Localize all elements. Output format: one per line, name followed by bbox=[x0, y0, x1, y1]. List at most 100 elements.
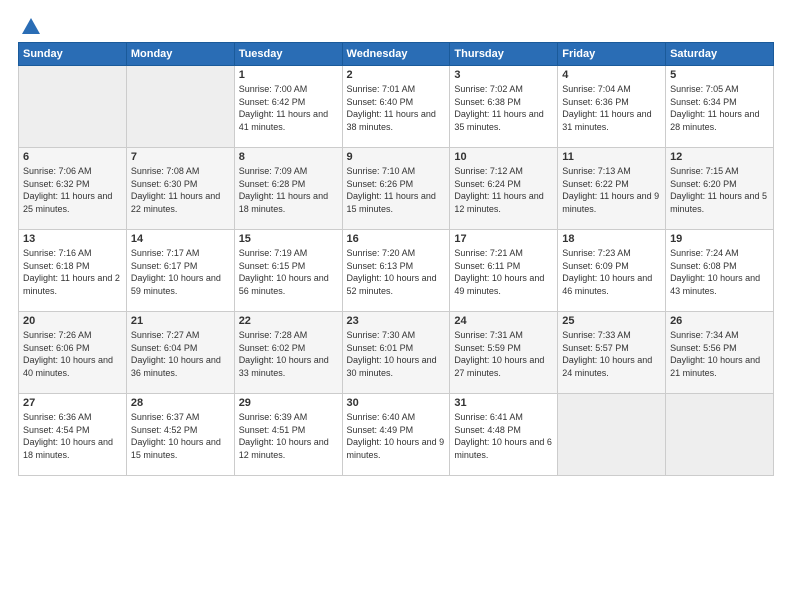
day-info: Sunrise: 7:27 AM Sunset: 6:04 PM Dayligh… bbox=[131, 329, 230, 379]
calendar-cell: 22 Sunrise: 7:28 AM Sunset: 6:02 PM Dayli… bbox=[234, 312, 342, 394]
day-number: 14 bbox=[131, 233, 230, 245]
day-number: 22 bbox=[239, 315, 338, 327]
calendar-cell: 4 Sunrise: 7:04 AM Sunset: 6:36 PM Daylig… bbox=[558, 66, 666, 148]
calendar-cell: 10 Sunrise: 7:12 AM Sunset: 6:24 PM Dayli… bbox=[450, 148, 558, 230]
calendar-cell: 28 Sunrise: 6:37 AM Sunset: 4:52 PM Dayli… bbox=[126, 394, 234, 476]
day-info: Sunrise: 7:34 AM Sunset: 5:56 PM Dayligh… bbox=[670, 329, 769, 379]
day-number: 12 bbox=[670, 151, 769, 163]
calendar-week-row: 13Sunrise: 7:16 AM Sunset: 6:18 PM Dayli… bbox=[19, 230, 774, 312]
calendar-cell: 11 Sunrise: 7:13 AM Sunset: 6:22 PM Dayli… bbox=[558, 148, 666, 230]
calendar-cell: 12 Sunrise: 7:15 AM Sunset: 6:20 PM Dayli… bbox=[666, 148, 774, 230]
day-info: Sunrise: 7:10 AM Sunset: 6:26 PM Dayligh… bbox=[347, 165, 446, 215]
day-number: 13 bbox=[23, 233, 122, 245]
day-info: Sunrise: 7:09 AM Sunset: 6:28 PM Dayligh… bbox=[239, 165, 338, 215]
day-number: 20 bbox=[23, 315, 122, 327]
day-number: 23 bbox=[347, 315, 446, 327]
day-info: Sunrise: 7:23 AM Sunset: 6:09 PM Dayligh… bbox=[562, 247, 661, 297]
calendar-cell: 21 Sunrise: 7:27 AM Sunset: 6:04 PM Dayli… bbox=[126, 312, 234, 394]
day-number: 3 bbox=[454, 69, 553, 81]
day-number: 11 bbox=[562, 151, 661, 163]
calendar-table: SundayMondayTuesdayWednesdayThursdayFrid… bbox=[18, 42, 774, 476]
day-number: 21 bbox=[131, 315, 230, 327]
day-info: Sunrise: 6:37 AM Sunset: 4:52 PM Dayligh… bbox=[131, 411, 230, 461]
calendar-cell: 29 Sunrise: 6:39 AM Sunset: 4:51 PM Dayli… bbox=[234, 394, 342, 476]
day-info: Sunrise: 7:04 AM Sunset: 6:36 PM Dayligh… bbox=[562, 83, 661, 133]
day-of-week-header: Friday bbox=[558, 43, 666, 66]
day-number: 28 bbox=[131, 397, 230, 409]
day-number: 24 bbox=[454, 315, 553, 327]
day-info: Sunrise: 6:41 AM Sunset: 4:48 PM Dayligh… bbox=[454, 411, 553, 461]
header bbox=[18, 18, 774, 34]
day-number: 25 bbox=[562, 315, 661, 327]
day-number: 7 bbox=[131, 151, 230, 163]
calendar-cell: 9 Sunrise: 7:10 AM Sunset: 6:26 PM Daylig… bbox=[342, 148, 450, 230]
calendar-cell: 25 Sunrise: 7:33 AM Sunset: 5:57 PM Dayli… bbox=[558, 312, 666, 394]
day-info: Sunrise: 7:19 AM Sunset: 6:15 PM Dayligh… bbox=[239, 247, 338, 297]
calendar-cell bbox=[666, 394, 774, 476]
calendar-cell bbox=[126, 66, 234, 148]
day-info: Sunrise: 7:13 AM Sunset: 6:22 PM Dayligh… bbox=[562, 165, 661, 215]
calendar-cell: 1 Sunrise: 7:00 AM Sunset: 6:42 PM Daylig… bbox=[234, 66, 342, 148]
day-info: Sunrise: 6:36 AM Sunset: 4:54 PM Dayligh… bbox=[23, 411, 122, 461]
calendar-cell: 26Sunrise: 7:34 AM Sunset: 5:56 PM Dayli… bbox=[666, 312, 774, 394]
calendar-cell: 14 Sunrise: 7:17 AM Sunset: 6:17 PM Dayli… bbox=[126, 230, 234, 312]
day-number: 9 bbox=[347, 151, 446, 163]
calendar-cell: 27 Sunrise: 6:36 AM Sunset: 4:54 PM Dayli… bbox=[19, 394, 127, 476]
day-info: Sunrise: 7:28 AM Sunset: 6:02 PM Dayligh… bbox=[239, 329, 338, 379]
day-info: Sunrise: 7:15 AM Sunset: 6:20 PM Dayligh… bbox=[670, 165, 769, 215]
day-of-week-header: Saturday bbox=[666, 43, 774, 66]
day-number: 19 bbox=[670, 233, 769, 245]
day-info: Sunrise: 7:33 AM Sunset: 5:57 PM Dayligh… bbox=[562, 329, 661, 379]
calendar-cell: 30 Sunrise: 6:40 AM Sunset: 4:49 PM Dayli… bbox=[342, 394, 450, 476]
day-number: 27 bbox=[23, 397, 122, 409]
calendar-cell: 16Sunrise: 7:20 AM Sunset: 6:13 PM Dayli… bbox=[342, 230, 450, 312]
day-number: 4 bbox=[562, 69, 661, 81]
calendar-cell: 13Sunrise: 7:16 AM Sunset: 6:18 PM Dayli… bbox=[19, 230, 127, 312]
day-info: Sunrise: 6:39 AM Sunset: 4:51 PM Dayligh… bbox=[239, 411, 338, 461]
calendar-cell: 31 Sunrise: 6:41 AM Sunset: 4:48 PM Dayli… bbox=[450, 394, 558, 476]
day-info: Sunrise: 6:40 AM Sunset: 4:49 PM Dayligh… bbox=[347, 411, 446, 461]
calendar-week-row: 27 Sunrise: 6:36 AM Sunset: 4:54 PM Dayli… bbox=[19, 394, 774, 476]
day-of-week-header: Thursday bbox=[450, 43, 558, 66]
day-info: Sunrise: 7:24 AM Sunset: 6:08 PM Dayligh… bbox=[670, 247, 769, 297]
calendar-cell bbox=[558, 394, 666, 476]
day-info: Sunrise: 7:02 AM Sunset: 6:38 PM Dayligh… bbox=[454, 83, 553, 133]
day-info: Sunrise: 7:12 AM Sunset: 6:24 PM Dayligh… bbox=[454, 165, 553, 215]
logo bbox=[18, 18, 42, 34]
calendar-cell: 19 Sunrise: 7:24 AM Sunset: 6:08 PM Dayli… bbox=[666, 230, 774, 312]
day-number: 30 bbox=[347, 397, 446, 409]
day-number: 10 bbox=[454, 151, 553, 163]
calendar-cell: 2Sunrise: 7:01 AM Sunset: 6:40 PM Daylig… bbox=[342, 66, 450, 148]
day-number: 18 bbox=[562, 233, 661, 245]
day-number: 29 bbox=[239, 397, 338, 409]
calendar-cell: 23 Sunrise: 7:30 AM Sunset: 6:01 PM Dayli… bbox=[342, 312, 450, 394]
day-info: Sunrise: 7:21 AM Sunset: 6:11 PM Dayligh… bbox=[454, 247, 553, 297]
calendar-header-row: SundayMondayTuesdayWednesdayThursdayFrid… bbox=[19, 43, 774, 66]
calendar-cell: 5 Sunrise: 7:05 AM Sunset: 6:34 PM Daylig… bbox=[666, 66, 774, 148]
day-info: Sunrise: 7:01 AM Sunset: 6:40 PM Dayligh… bbox=[347, 83, 446, 133]
day-info: Sunrise: 7:05 AM Sunset: 6:34 PM Dayligh… bbox=[670, 83, 769, 133]
day-of-week-header: Wednesday bbox=[342, 43, 450, 66]
calendar-cell: 18 Sunrise: 7:23 AM Sunset: 6:09 PM Dayli… bbox=[558, 230, 666, 312]
day-number: 1 bbox=[239, 69, 338, 81]
day-info: Sunrise: 7:17 AM Sunset: 6:17 PM Dayligh… bbox=[131, 247, 230, 297]
day-number: 31 bbox=[454, 397, 553, 409]
calendar-cell: 20 Sunrise: 7:26 AM Sunset: 6:06 PM Dayli… bbox=[19, 312, 127, 394]
calendar-cell: 7Sunrise: 7:08 AM Sunset: 6:30 PM Daylig… bbox=[126, 148, 234, 230]
day-info: Sunrise: 7:31 AM Sunset: 5:59 PM Dayligh… bbox=[454, 329, 553, 379]
day-info: Sunrise: 7:00 AM Sunset: 6:42 PM Dayligh… bbox=[239, 83, 338, 133]
day-info: Sunrise: 7:26 AM Sunset: 6:06 PM Dayligh… bbox=[23, 329, 122, 379]
calendar-cell: 8Sunrise: 7:09 AM Sunset: 6:28 PM Daylig… bbox=[234, 148, 342, 230]
calendar-cell: 15Sunrise: 7:19 AM Sunset: 6:15 PM Dayli… bbox=[234, 230, 342, 312]
day-number: 6 bbox=[23, 151, 122, 163]
calendar-cell: 6 Sunrise: 7:06 AM Sunset: 6:32 PM Daylig… bbox=[19, 148, 127, 230]
calendar-week-row: 1 Sunrise: 7:00 AM Sunset: 6:42 PM Daylig… bbox=[19, 66, 774, 148]
calendar-week-row: 6 Sunrise: 7:06 AM Sunset: 6:32 PM Daylig… bbox=[19, 148, 774, 230]
day-info: Sunrise: 7:30 AM Sunset: 6:01 PM Dayligh… bbox=[347, 329, 446, 379]
day-info: Sunrise: 7:06 AM Sunset: 6:32 PM Dayligh… bbox=[23, 165, 122, 215]
calendar-cell bbox=[19, 66, 127, 148]
day-number: 16 bbox=[347, 233, 446, 245]
day-number: 5 bbox=[670, 69, 769, 81]
page: SundayMondayTuesdayWednesdayThursdayFrid… bbox=[0, 0, 792, 486]
day-number: 17 bbox=[454, 233, 553, 245]
